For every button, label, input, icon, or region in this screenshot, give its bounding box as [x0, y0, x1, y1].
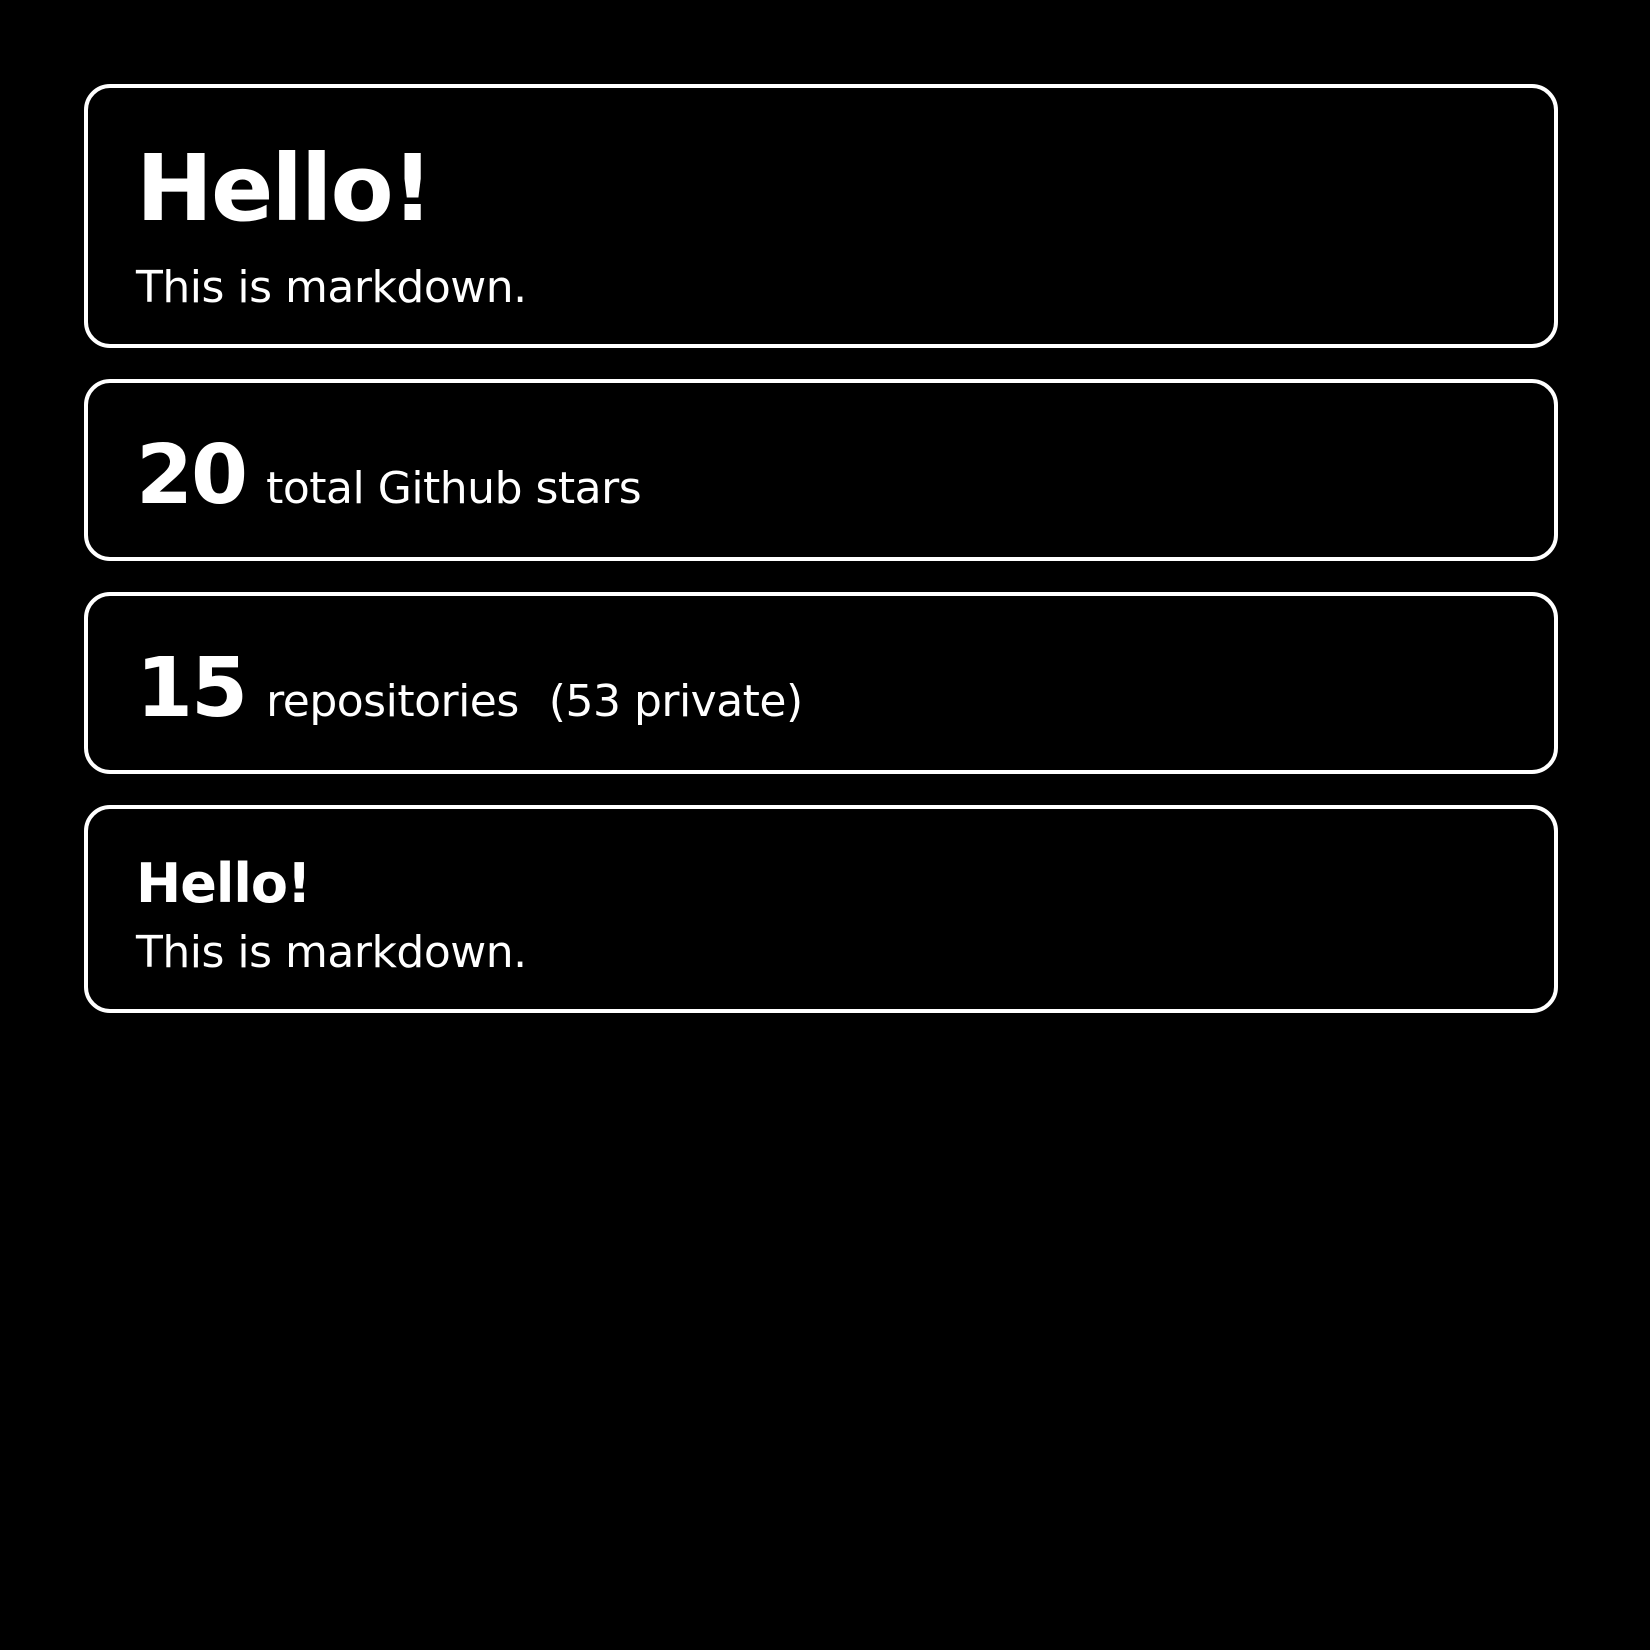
- private-repositories-count: (53 private): [548, 676, 803, 727]
- markdown-heading: Hello!: [136, 135, 434, 242]
- stars-count: 20: [136, 428, 248, 523]
- repositories-label: repositories: [266, 676, 519, 727]
- markdown-heading: Hello!: [136, 852, 312, 915]
- repositories-count: 15: [136, 641, 248, 736]
- repositories-card: 15 repositories (53 private): [84, 592, 1558, 774]
- markdown-paragraph: This is markdown.: [136, 927, 527, 978]
- github-stars-card: 20 total Github stars: [84, 379, 1558, 561]
- stars-stat-row: 20 total Github stars: [136, 428, 642, 523]
- markdown-card-large: Hello! This is markdown.: [84, 84, 1558, 348]
- stars-label: total Github stars: [266, 463, 642, 514]
- markdown-card-small: Hello! This is markdown.: [84, 805, 1558, 1013]
- markdown-paragraph: This is markdown.: [136, 262, 527, 313]
- repositories-stat-row: 15 repositories (53 private): [136, 648, 803, 730]
